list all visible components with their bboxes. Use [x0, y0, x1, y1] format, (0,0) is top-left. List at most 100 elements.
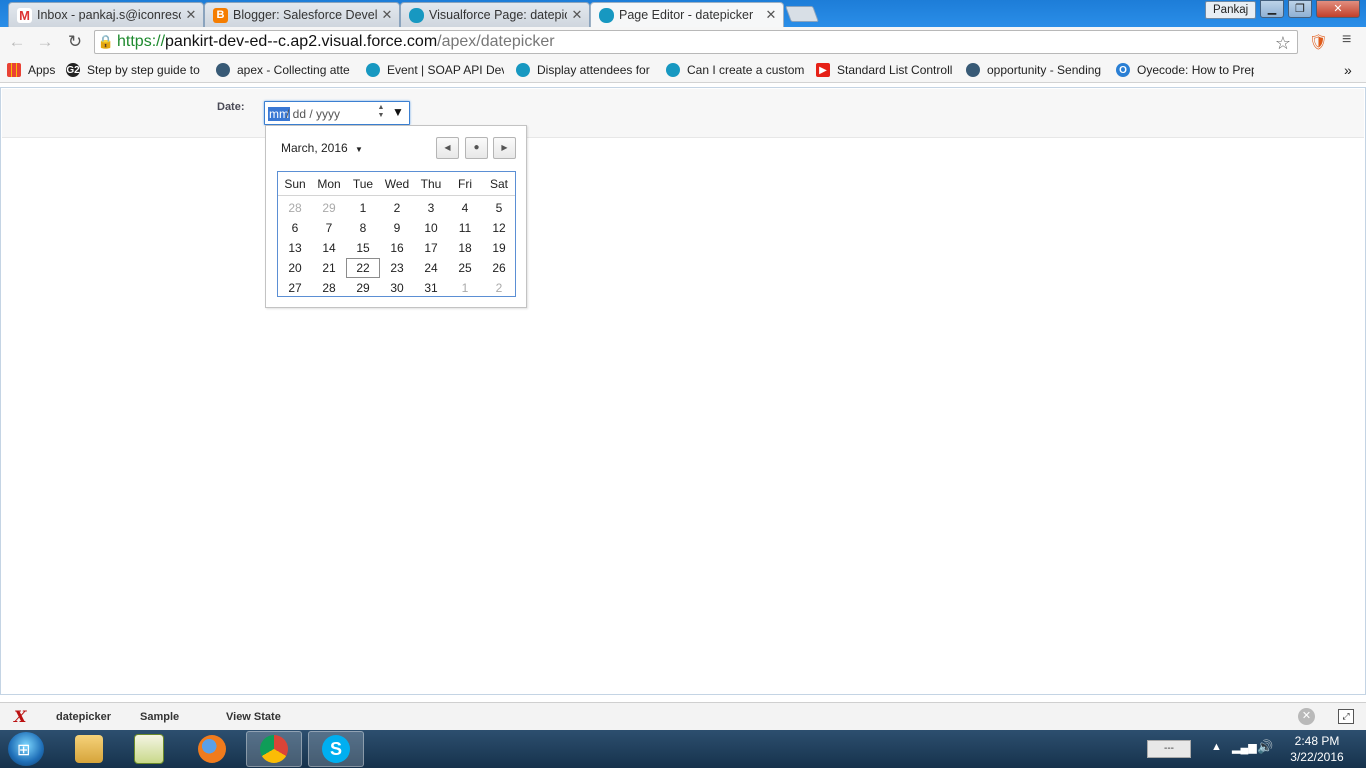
calendar-day[interactable]: 15 [346, 238, 380, 258]
windows-logo-icon: ⊞ [17, 742, 31, 759]
prev-month-button[interactable]: ◀ [436, 137, 459, 159]
bookmark-item[interactable]: Display attendees for [516, 62, 652, 78]
tab-blogger[interactable]: B Blogger: Salesforce Develo ✕ [204, 2, 400, 27]
brave-extension-icon[interactable]: 🛡 [1309, 33, 1328, 51]
calendar-day[interactable]: 9 [380, 218, 414, 238]
taskbar-app[interactable] [121, 731, 177, 767]
volume-icon[interactable]: 🔊 [1257, 739, 1273, 755]
calendar-day[interactable]: 18 [448, 238, 482, 258]
network-signal-icon[interactable]: ▂▄▆ [1232, 741, 1257, 754]
bookmark-item[interactable]: G2 Step by step guide to [66, 62, 204, 78]
weekday-sun: Sun [284, 177, 306, 191]
calendar-day[interactable]: 25 [448, 258, 482, 278]
calendar-day[interactable]: 20 [278, 258, 312, 278]
calendar-day[interactable]: 13 [278, 238, 312, 258]
tab-close-icon[interactable]: ✕ [185, 7, 197, 23]
browser-tab-strip: M Inbox - pankaj.s@iconreso ✕ B Blogger:… [0, 0, 1366, 27]
calendar-day[interactable]: 6 [278, 218, 312, 238]
tab-page-editor[interactable]: Page Editor - datepicker ✕ [590, 2, 784, 27]
oyecode-icon: O [1116, 63, 1130, 77]
calendar-day[interactable]: 10 [414, 218, 448, 238]
show-hidden-icons-icon[interactable]: ▲ [1211, 741, 1222, 753]
start-button[interactable]: ⊞ [8, 732, 44, 766]
calendar-day[interactable]: 24 [414, 258, 448, 278]
minimize-button[interactable]: ▁ [1260, 0, 1284, 18]
windows-taskbar: ⊞ S --- ▲ ▂▄▆ 🔊 2:48 PM 3/22/2016 [0, 730, 1366, 768]
bookmark-item[interactable]: Event | SOAP API Deve [366, 62, 504, 78]
tab-close-icon[interactable]: ✕ [765, 7, 777, 23]
calendar-day[interactable]: 5 [482, 198, 516, 218]
bookmark-star-icon[interactable]: ☆ [1275, 33, 1291, 54]
tab-visualforce-page[interactable]: Visualforce Page: datepick ✕ [400, 2, 590, 27]
close-window-button[interactable]: ✕ [1316, 0, 1360, 18]
bookmark-item[interactable]: ▶ Standard List Controll [816, 62, 954, 78]
calendar-day[interactable]: 23 [380, 258, 414, 278]
bookmarks-overflow-button[interactable]: » [1344, 62, 1358, 78]
date-input[interactable]: mm / dd / yyyy ▲ ▼ ▼ [264, 101, 410, 125]
date-dropdown-icon[interactable]: ▼ [392, 105, 404, 119]
form-section [2, 89, 1364, 138]
calendar-day[interactable]: 14 [312, 238, 346, 258]
stackexchange-icon [966, 63, 980, 77]
dev-link-sample[interactable]: Sample [140, 711, 179, 723]
bookmark-item[interactable]: apex - Collecting atte [216, 62, 354, 78]
calendar-day[interactable]: 12 [482, 218, 516, 238]
taskbar-chrome[interactable] [246, 731, 302, 767]
calendar-day[interactable]: 31 [414, 278, 448, 298]
calendar-day[interactable]: 28 [278, 198, 312, 218]
next-month-button[interactable]: ▶ [493, 137, 516, 159]
date-day-year-segments[interactable]: / dd / yyyy [286, 107, 340, 121]
back-button[interactable]: ← [6, 31, 28, 53]
bookmark-item[interactable]: O Oyecode: How to Prep [1116, 62, 1254, 78]
calendar-day[interactable]: 26 [482, 258, 516, 278]
calendar-day[interactable]: 27 [278, 278, 312, 298]
browser-toolbar: ← → ↻ 🔒 https:// pankirt-dev-ed--c.ap2.v… [0, 27, 1366, 58]
bookmark-item[interactable]: Can I create a custom [666, 62, 804, 78]
reload-button[interactable]: ↻ [64, 31, 86, 53]
blogger-icon: B [213, 7, 228, 23]
date-spinner[interactable]: ▲ ▼ [376, 104, 386, 122]
calendar-day[interactable]: 19 [482, 238, 516, 258]
skype-icon: S [322, 735, 350, 763]
calendar-day[interactable]: 2 [380, 198, 414, 218]
calendar-day[interactable]: 21 [312, 258, 346, 278]
taskbar-explorer[interactable] [61, 731, 117, 767]
calendar-day[interactable]: 4 [448, 198, 482, 218]
today-button[interactable]: ● [465, 137, 488, 159]
calendar-day[interactable]: 1 [346, 198, 380, 218]
tab-close-icon[interactable]: ✕ [571, 7, 583, 23]
bookmark-apps[interactable]: Apps [7, 62, 59, 78]
address-bar[interactable]: 🔒 https:// pankirt-dev-ed--c.ap2.visual.… [94, 30, 1298, 54]
taskbar-firefox[interactable] [184, 731, 240, 767]
new-tab-button[interactable] [785, 6, 819, 22]
calendar-day[interactable]: 29 [312, 198, 346, 218]
calendar-day[interactable]: 29 [346, 278, 380, 298]
bookmark-item[interactable]: opportunity - Sending [966, 62, 1104, 78]
profile-button[interactable]: Pankaj [1205, 1, 1257, 19]
calendar-day[interactable]: 3 [414, 198, 448, 218]
maximize-button[interactable]: ❐ [1288, 0, 1312, 18]
tab-close-icon[interactable]: ✕ [381, 7, 393, 23]
calendar-day[interactable]: 8 [346, 218, 380, 238]
calendar-day[interactable]: 28 [312, 278, 346, 298]
dev-link-view-state[interactable]: View State [226, 711, 281, 723]
calendar-day[interactable]: 2 [482, 278, 516, 298]
dev-close-icon[interactable]: ✕ [1298, 708, 1315, 725]
calendar-day[interactable]: 7 [312, 218, 346, 238]
dev-link-datepicker[interactable]: datepicker [56, 711, 111, 723]
tray-battery[interactable]: --- [1147, 740, 1191, 758]
calendar-day[interactable]: 22 [346, 258, 380, 278]
forward-button[interactable]: → [34, 31, 56, 53]
calendar-day[interactable]: 17 [414, 238, 448, 258]
calendar-day[interactable]: 16 [380, 238, 414, 258]
taskbar-skype[interactable]: S [308, 731, 364, 767]
tab-title: Visualforce Page: datepick [429, 8, 567, 22]
chrome-menu-icon[interactable]: ≡ [1342, 31, 1351, 49]
calendar-day[interactable]: 11 [448, 218, 482, 238]
month-year-select[interactable]: March, 2016 ▼ [281, 141, 363, 155]
calendar-day[interactable]: 1 [448, 278, 482, 298]
dev-maximize-icon[interactable]: ⤢ [1338, 709, 1354, 724]
calendar-day[interactable]: 30 [380, 278, 414, 298]
system-clock[interactable]: 2:48 PM 3/22/2016 [1282, 733, 1352, 765]
tab-inbox[interactable]: M Inbox - pankaj.s@iconreso ✕ [8, 2, 204, 27]
